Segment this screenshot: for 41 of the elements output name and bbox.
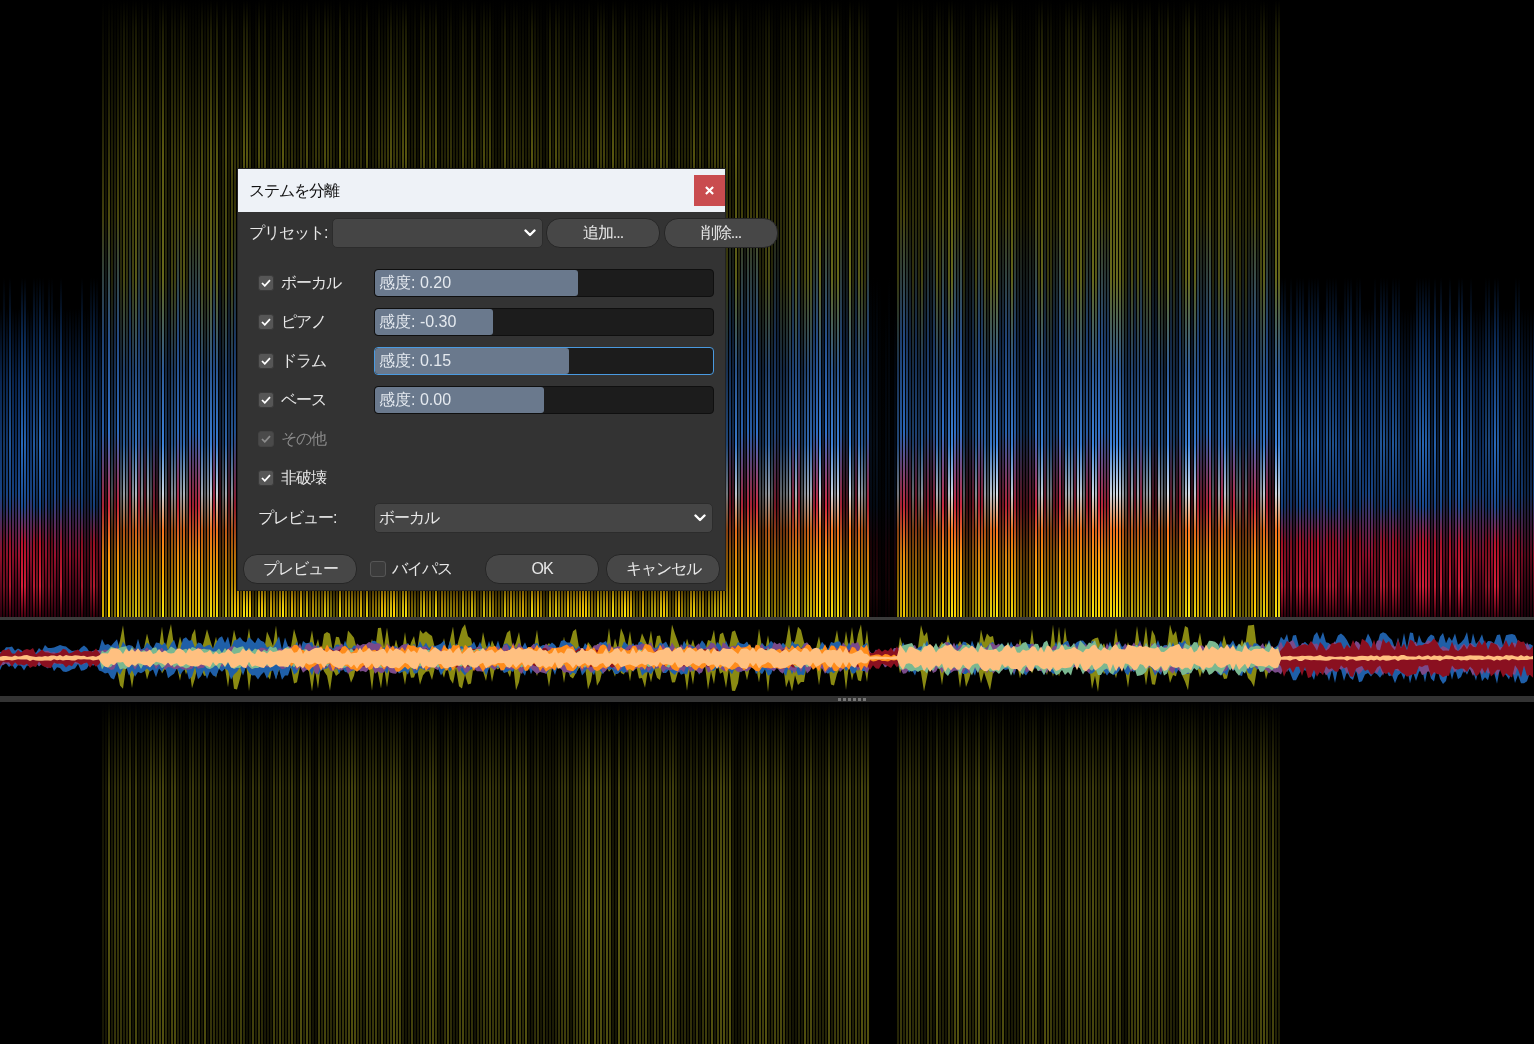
check-icon <box>261 396 271 404</box>
slider-value-text: 感度: 0.15 <box>378 351 452 371</box>
grip-icon[interactable] <box>838 697 866 701</box>
preview-label: プレビュー: <box>258 508 337 528</box>
stem-checkbox[interactable] <box>258 353 274 369</box>
slider-value-text: 感度: 0.00 <box>378 390 452 410</box>
cancel-button[interactable]: キャンセル <box>606 554 720 584</box>
sensitivity-slider[interactable]: 感度: -0.30 <box>374 308 714 336</box>
ok-button[interactable]: OK <box>485 554 599 584</box>
close-icon <box>705 186 714 195</box>
check-icon <box>261 279 271 287</box>
sensitivity-slider[interactable]: 感度: 0.15 <box>374 347 714 375</box>
check-icon <box>261 435 271 443</box>
stem-label: ドラム <box>281 351 326 371</box>
close-button[interactable] <box>694 175 725 206</box>
slider-value-text: 感度: 0.20 <box>378 273 452 293</box>
stem-checkbox[interactable] <box>258 314 274 330</box>
check-icon <box>261 474 271 482</box>
check-icon <box>261 357 271 365</box>
slider-value-text: 感度: -0.30 <box>378 312 457 332</box>
delete-button[interactable]: 削除... <box>664 218 778 248</box>
stem-checkbox[interactable] <box>258 275 274 291</box>
stem-label: ピアノ <box>281 312 326 332</box>
preview-dropdown[interactable]: ボーカル <box>374 503 713 533</box>
bypass-checkbox[interactable] <box>370 561 386 577</box>
sensitivity-slider[interactable]: 感度: 0.00 <box>374 386 714 414</box>
stem-label: ベース <box>281 390 326 410</box>
chevron-down-icon <box>524 229 536 237</box>
check-icon <box>261 318 271 326</box>
preset-label: プリセット: <box>249 223 329 243</box>
stem-label: ボーカル <box>281 273 341 293</box>
chevron-down-icon <box>694 514 706 522</box>
non-destructive-checkbox[interactable] <box>258 470 274 486</box>
option-label: 非破壊 <box>281 468 326 488</box>
stem-checkbox[interactable] <box>258 392 274 408</box>
sensitivity-slider[interactable]: 感度: 0.20 <box>374 269 714 297</box>
bypass-label: バイパス <box>392 559 452 579</box>
dialog-title: ステムを分離 <box>249 180 339 201</box>
add-button[interactable]: 追加... <box>546 218 660 248</box>
stem-label: その他 <box>281 429 326 449</box>
preview-button[interactable]: プレビュー <box>243 554 357 584</box>
